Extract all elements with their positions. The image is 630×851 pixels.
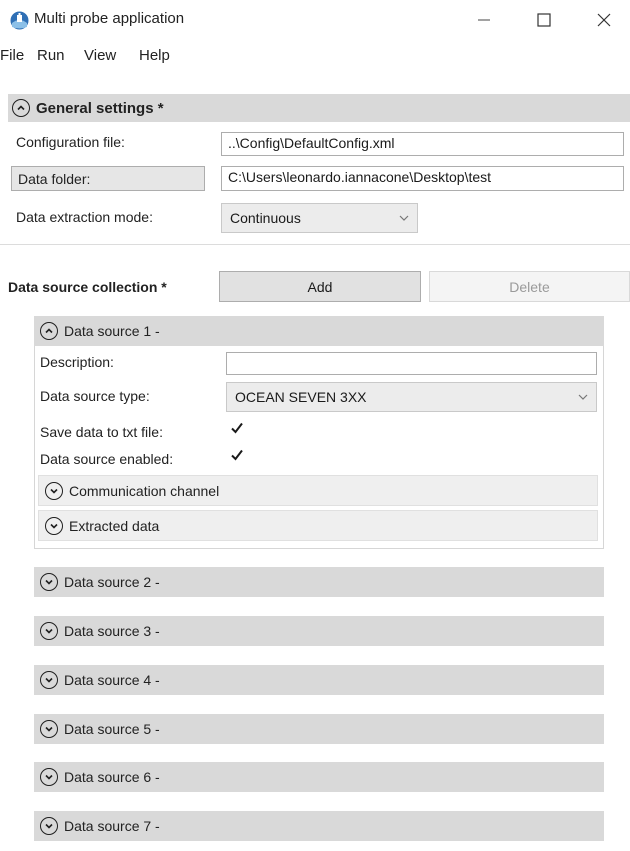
chevron-down-icon [40,573,58,591]
data-source-6-title: Data source 6 - [64,769,160,785]
chevron-down-icon [40,720,58,738]
data-folder-button[interactable]: Data folder: [11,166,205,191]
data-source-7-title: Data source 7 - [64,818,160,834]
chevron-up-icon [40,322,58,340]
chevron-down-icon [399,215,409,221]
minimize-icon [478,19,490,21]
data-extraction-mode-value: Continuous [230,210,301,226]
checkmark-icon [231,422,243,434]
chevron-down-icon [40,671,58,689]
data-source-1-header[interactable]: Data source 1 - [34,316,604,346]
data-source-enabled-checkbox[interactable] [230,448,244,462]
data-folder-input[interactable]: C:\Users\leonardo.iannacone\Desktop\test [221,166,624,191]
menu-view[interactable]: View [84,47,116,64]
app-logo-icon [10,11,29,30]
checkmark-icon [231,449,243,461]
extracted-data-header[interactable]: Extracted data [38,510,598,541]
data-source-1-title: Data source 1 - [64,323,160,339]
chevron-down-icon [40,817,58,835]
data-folder-label: Data folder: [18,170,91,187]
extracted-data-label: Extracted data [69,517,160,534]
chevron-down-icon [578,394,588,400]
data-source-4-title: Data source 4 - [64,672,160,688]
data-source-collection-label: Data source collection * [8,279,167,295]
data-source-4-header[interactable]: Data source 4 - [34,665,604,695]
maximize-icon [537,13,551,27]
data-source-5-title: Data source 5 - [64,721,160,737]
data-source-7-header[interactable]: Data source 7 - [34,811,604,841]
delete-button[interactable]: Delete [429,271,630,302]
data-source-3-title: Data source 3 - [64,623,160,639]
menu-file[interactable]: File [0,47,24,64]
general-settings-title: General settings * [36,99,164,117]
chevron-down-icon [45,516,63,535]
close-icon [597,13,611,27]
window-title: Multi probe application [34,10,185,27]
communication-channel-label: Communication channel [69,482,220,499]
communication-channel-header[interactable]: Communication channel [38,475,598,506]
configuration-file-label: Configuration file: [16,134,125,150]
data-source-6-header[interactable]: Data source 6 - [34,762,604,792]
chevron-down-icon [45,481,63,500]
chevron-down-icon [40,768,58,786]
data-source-2-title: Data source 2 - [64,574,160,590]
description-input[interactable] [226,352,597,375]
data-source-enabled-label: Data source enabled: [40,451,174,467]
data-extraction-mode-label: Data extraction mode: [16,209,153,225]
chevron-down-icon [40,622,58,640]
description-label: Description: [40,354,114,370]
data-source-3-header[interactable]: Data source 3 - [34,616,604,646]
maximize-button[interactable] [524,5,564,35]
data-source-type-value: OCEAN SEVEN 3XX [235,389,367,405]
menu-run[interactable]: Run [37,47,65,64]
minimize-button[interactable] [464,5,504,35]
menu-help[interactable]: Help [139,47,170,64]
data-source-type-label: Data source type: [40,388,150,404]
configuration-file-input[interactable]: ..\Config\DefaultConfig.xml [221,132,624,156]
chevron-up-icon [12,99,30,117]
general-settings-header[interactable]: General settings * [8,94,630,122]
data-extraction-mode-select[interactable]: Continuous [221,203,418,233]
save-to-txt-label: Save data to txt file: [40,424,163,440]
data-source-2-header[interactable]: Data source 2 - [34,567,604,597]
data-source-5-header[interactable]: Data source 5 - [34,714,604,744]
data-source-type-select[interactable]: OCEAN SEVEN 3XX [226,382,597,412]
add-button[interactable]: Add [219,271,421,302]
save-to-txt-checkbox[interactable] [230,421,244,435]
close-button[interactable] [584,5,624,35]
